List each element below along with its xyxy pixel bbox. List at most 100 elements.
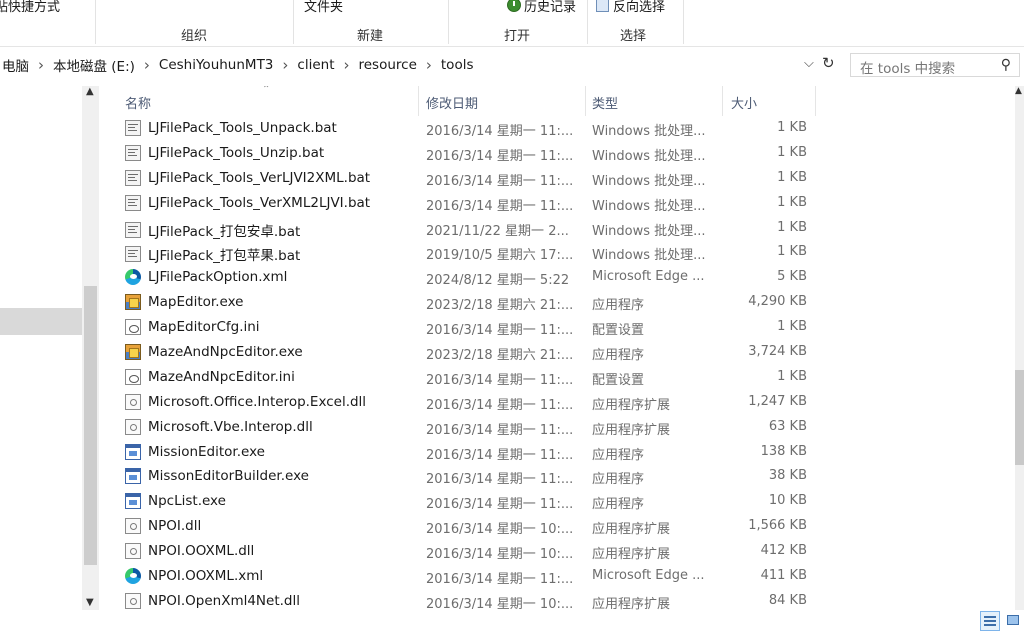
file-name-cell[interactable]: MapEditor.exe [125, 294, 243, 311]
table-row[interactable]: LJFilePack_Tools_Unzip.bat 2016/3/14 星期一 … [100, 142, 815, 167]
table-row[interactable]: MazeAndNpcEditor.ini 2016/3/14 星期一 11:...… [100, 366, 815, 391]
file-type: Microsoft Edge ... [592, 568, 705, 584]
table-row[interactable]: NPOI.dll 2016/3/14 星期一 10:... 应用程序扩展 1,566 … [100, 515, 815, 540]
file-name-cell[interactable]: MapEditorCfg.ini [125, 319, 260, 336]
file-name-cell[interactable]: LJFilePackOption.xml [125, 269, 287, 286]
breadcrumb-item[interactable]: tools [439, 57, 476, 73]
scrollbar-thumb[interactable] [84, 286, 97, 565]
file-size: 1 KB [777, 194, 807, 210]
large-icons-view-icon[interactable] [1003, 611, 1023, 631]
scroll-up-arrow-icon[interactable]: ▲ [86, 86, 94, 97]
file-name-cell[interactable]: LJFilePack_Tools_VerXML2LJVI.bat [125, 194, 370, 211]
nav-pane-selected-item[interactable] [0, 308, 82, 335]
column-divider[interactable] [418, 86, 419, 116]
file-date: 2016/3/14 星期一 11:... [426, 124, 574, 139]
table-row[interactable]: Microsoft.Vbe.Interop.dll 2016/3/14 星期一 1… [100, 416, 815, 441]
column-header-name[interactable]: 名称 [125, 93, 151, 112]
table-row[interactable]: LJFilePack_打包安卓.bat 2021/11/22 星期一 2... Wi… [100, 217, 815, 242]
table-row[interactable]: LJFilePack_Tools_VerXML2LJVI.bat 2016/3/1… [100, 192, 815, 217]
ribbon-history-button[interactable]: 历史记录 [507, 0, 576, 15]
file-name-cell[interactable]: NPOI.OpenXml4Net.dll [125, 592, 300, 609]
file-name-cell[interactable]: MissonEditorBuilder.exe [125, 468, 309, 485]
table-row[interactable]: LJFilePack_Tools_VerLJVI2XML.bat 2016/3/1… [100, 167, 815, 192]
file-name-cell[interactable]: NPOI.dll [125, 518, 201, 535]
breadcrumb-item[interactable]: CeshiYouhunMT3 [157, 57, 276, 73]
file-size: 38 KB [768, 468, 807, 484]
file-size: 1 KB [777, 169, 807, 185]
file-name-cell[interactable]: LJFilePack_Tools_VerLJVI2XML.bat [125, 169, 371, 186]
invert-selection-icon [596, 0, 609, 12]
breadcrumb-chevron-icon[interactable]: › [337, 56, 357, 74]
history-icon [507, 0, 521, 12]
file-size: 4,290 KB [748, 294, 807, 310]
column-header-row: ⌃ 名称 修改日期 类型 大小 [100, 86, 816, 116]
breadcrumb-item[interactable]: 电脑 [0, 55, 31, 75]
table-row[interactable]: LJFilePackOption.xml 2024/8/12 星期一 5:22 Mi… [100, 266, 815, 291]
file-date: 2016/3/14 星期一 11:... [426, 323, 574, 339]
table-row[interactable]: NPOI.OpenXml4Net.dll 2016/3/14 星期一 10:...… [100, 590, 815, 610]
chevron-down-icon[interactable]: ⌵ [804, 56, 814, 71]
column-divider[interactable] [815, 86, 816, 116]
dll-file-icon [125, 543, 141, 560]
file-name-cell[interactable]: LJFilePack_打包苹果.bat [125, 244, 300, 264]
ribbon-folder-fragment[interactable]: 文件夹 [304, 0, 343, 15]
column-divider[interactable] [722, 86, 723, 116]
ribbon-separator [683, 0, 684, 44]
file-name-cell[interactable]: LJFilePack_Tools_Unzip.bat [125, 144, 324, 161]
ribbon-group-open: 打开 [504, 29, 531, 44]
file-name-cell[interactable]: LJFilePack_Tools_Unpack.bat [125, 120, 337, 136]
file-name-cell[interactable]: MazeAndNpcEditor.ini [125, 368, 295, 385]
file-type: Windows 批处理... [592, 198, 706, 214]
file-name-cell[interactable]: MissionEditor.exe [125, 443, 265, 460]
scroll-down-arrow-icon[interactable]: ▼ [86, 597, 94, 608]
breadcrumb-chevron-icon[interactable]: › [137, 56, 157, 74]
table-row[interactable]: NPOI.OOXML.xml 2016/3/14 星期一 11:... Micros… [100, 565, 815, 590]
scroll-up-arrow-icon[interactable]: ▲ [1015, 86, 1022, 96]
file-name-cell[interactable]: NpcList.exe [125, 493, 226, 510]
table-row[interactable]: MapEditor.exe 2023/2/18 星期六 21:... 应用程序 4,2… [100, 291, 815, 316]
refresh-icon[interactable]: ↻ [822, 54, 835, 72]
scrollbar-thumb[interactable] [1015, 370, 1024, 465]
file-name-cell[interactable]: Microsoft.Office.Interop.Excel.dll [125, 393, 366, 410]
table-row[interactable]: NpcList.exe 2016/3/14 星期一 11:... 应用程序 10 KB [100, 490, 815, 515]
file-name-cell[interactable]: MazeAndNpcEditor.exe [125, 344, 303, 361]
file-type: 应用程序 [592, 348, 645, 364]
file-date: 2016/3/14 星期一 11:... [426, 447, 574, 463]
nav-pane-scrollbar[interactable]: ▲ ▼ [82, 86, 99, 610]
breadcrumb-item[interactable]: 本地磁盘 (E:) [51, 55, 137, 75]
column-header-type[interactable]: 类型 [592, 93, 618, 112]
ribbon-paste-shortcut-fragment[interactable]: 粘贴快捷方式 [0, 0, 60, 15]
search-input[interactable]: 在 tools 中搜索 ⚲ [850, 53, 1020, 77]
sort-ascending-icon: ⌃ [262, 86, 271, 95]
table-row[interactable]: MissionEditor.exe 2016/3/14 星期一 11:... 应用程… [100, 441, 815, 466]
application-icon [125, 493, 141, 510]
ribbon-invert-selection-button[interactable]: 反向选择 [596, 0, 665, 15]
breadcrumb-chevron-icon[interactable]: › [275, 56, 295, 74]
table-row[interactable]: NPOI.OOXML.dll 2016/3/14 星期一 10:... 应用程序扩展… [100, 540, 815, 565]
file-name: LJFilePack_Tools_VerLJVI2XML.bat [148, 169, 371, 186]
table-row[interactable]: MazeAndNpcEditor.exe 2023/2/18 星期六 21:...… [100, 341, 815, 366]
batch-file-icon [125, 194, 141, 211]
breadcrumb-chevron-icon[interactable]: › [31, 56, 51, 74]
column-header-size[interactable]: 大小 [731, 93, 757, 112]
column-divider[interactable] [585, 86, 586, 116]
table-row[interactable]: MapEditorCfg.ini 2016/3/14 星期一 11:... 配置设置… [100, 316, 815, 341]
breadcrumb[interactable]: 电脑 › 本地磁盘 (E:) › CeshiYouhunMT3 › client › resou… [0, 53, 842, 77]
ribbon-separator [293, 0, 294, 44]
file-date: 2016/3/14 星期一 11:... [426, 572, 574, 588]
file-name-cell[interactable]: NPOI.OOXML.dll [125, 543, 254, 560]
table-row[interactable]: LJFilePack_打包苹果.bat 2019/10/5 星期六 17:... W… [100, 241, 815, 266]
file-list-scrollbar[interactable]: ▲ [1015, 86, 1024, 610]
table-row[interactable]: LJFilePack_Tools_Unpack.bat 2016/3/14 星期一… [100, 117, 815, 142]
file-name-cell[interactable]: Microsoft.Vbe.Interop.dll [125, 418, 313, 435]
table-row[interactable]: Microsoft.Office.Interop.Excel.dll 2016/3… [100, 391, 815, 416]
breadcrumb-item[interactable]: client [295, 57, 336, 73]
breadcrumb-item[interactable]: resource [357, 57, 419, 73]
file-name-cell[interactable]: LJFilePack_打包安卓.bat [125, 220, 300, 240]
column-header-date[interactable]: 修改日期 [426, 93, 478, 112]
file-name-cell[interactable]: NPOI.OOXML.xml [125, 568, 263, 585]
search-icon[interactable]: ⚲ [1001, 57, 1011, 73]
table-row[interactable]: MissonEditorBuilder.exe 2016/3/14 星期一 11:… [100, 465, 815, 490]
breadcrumb-chevron-icon[interactable]: › [419, 56, 439, 74]
details-view-icon[interactable] [980, 611, 1000, 631]
